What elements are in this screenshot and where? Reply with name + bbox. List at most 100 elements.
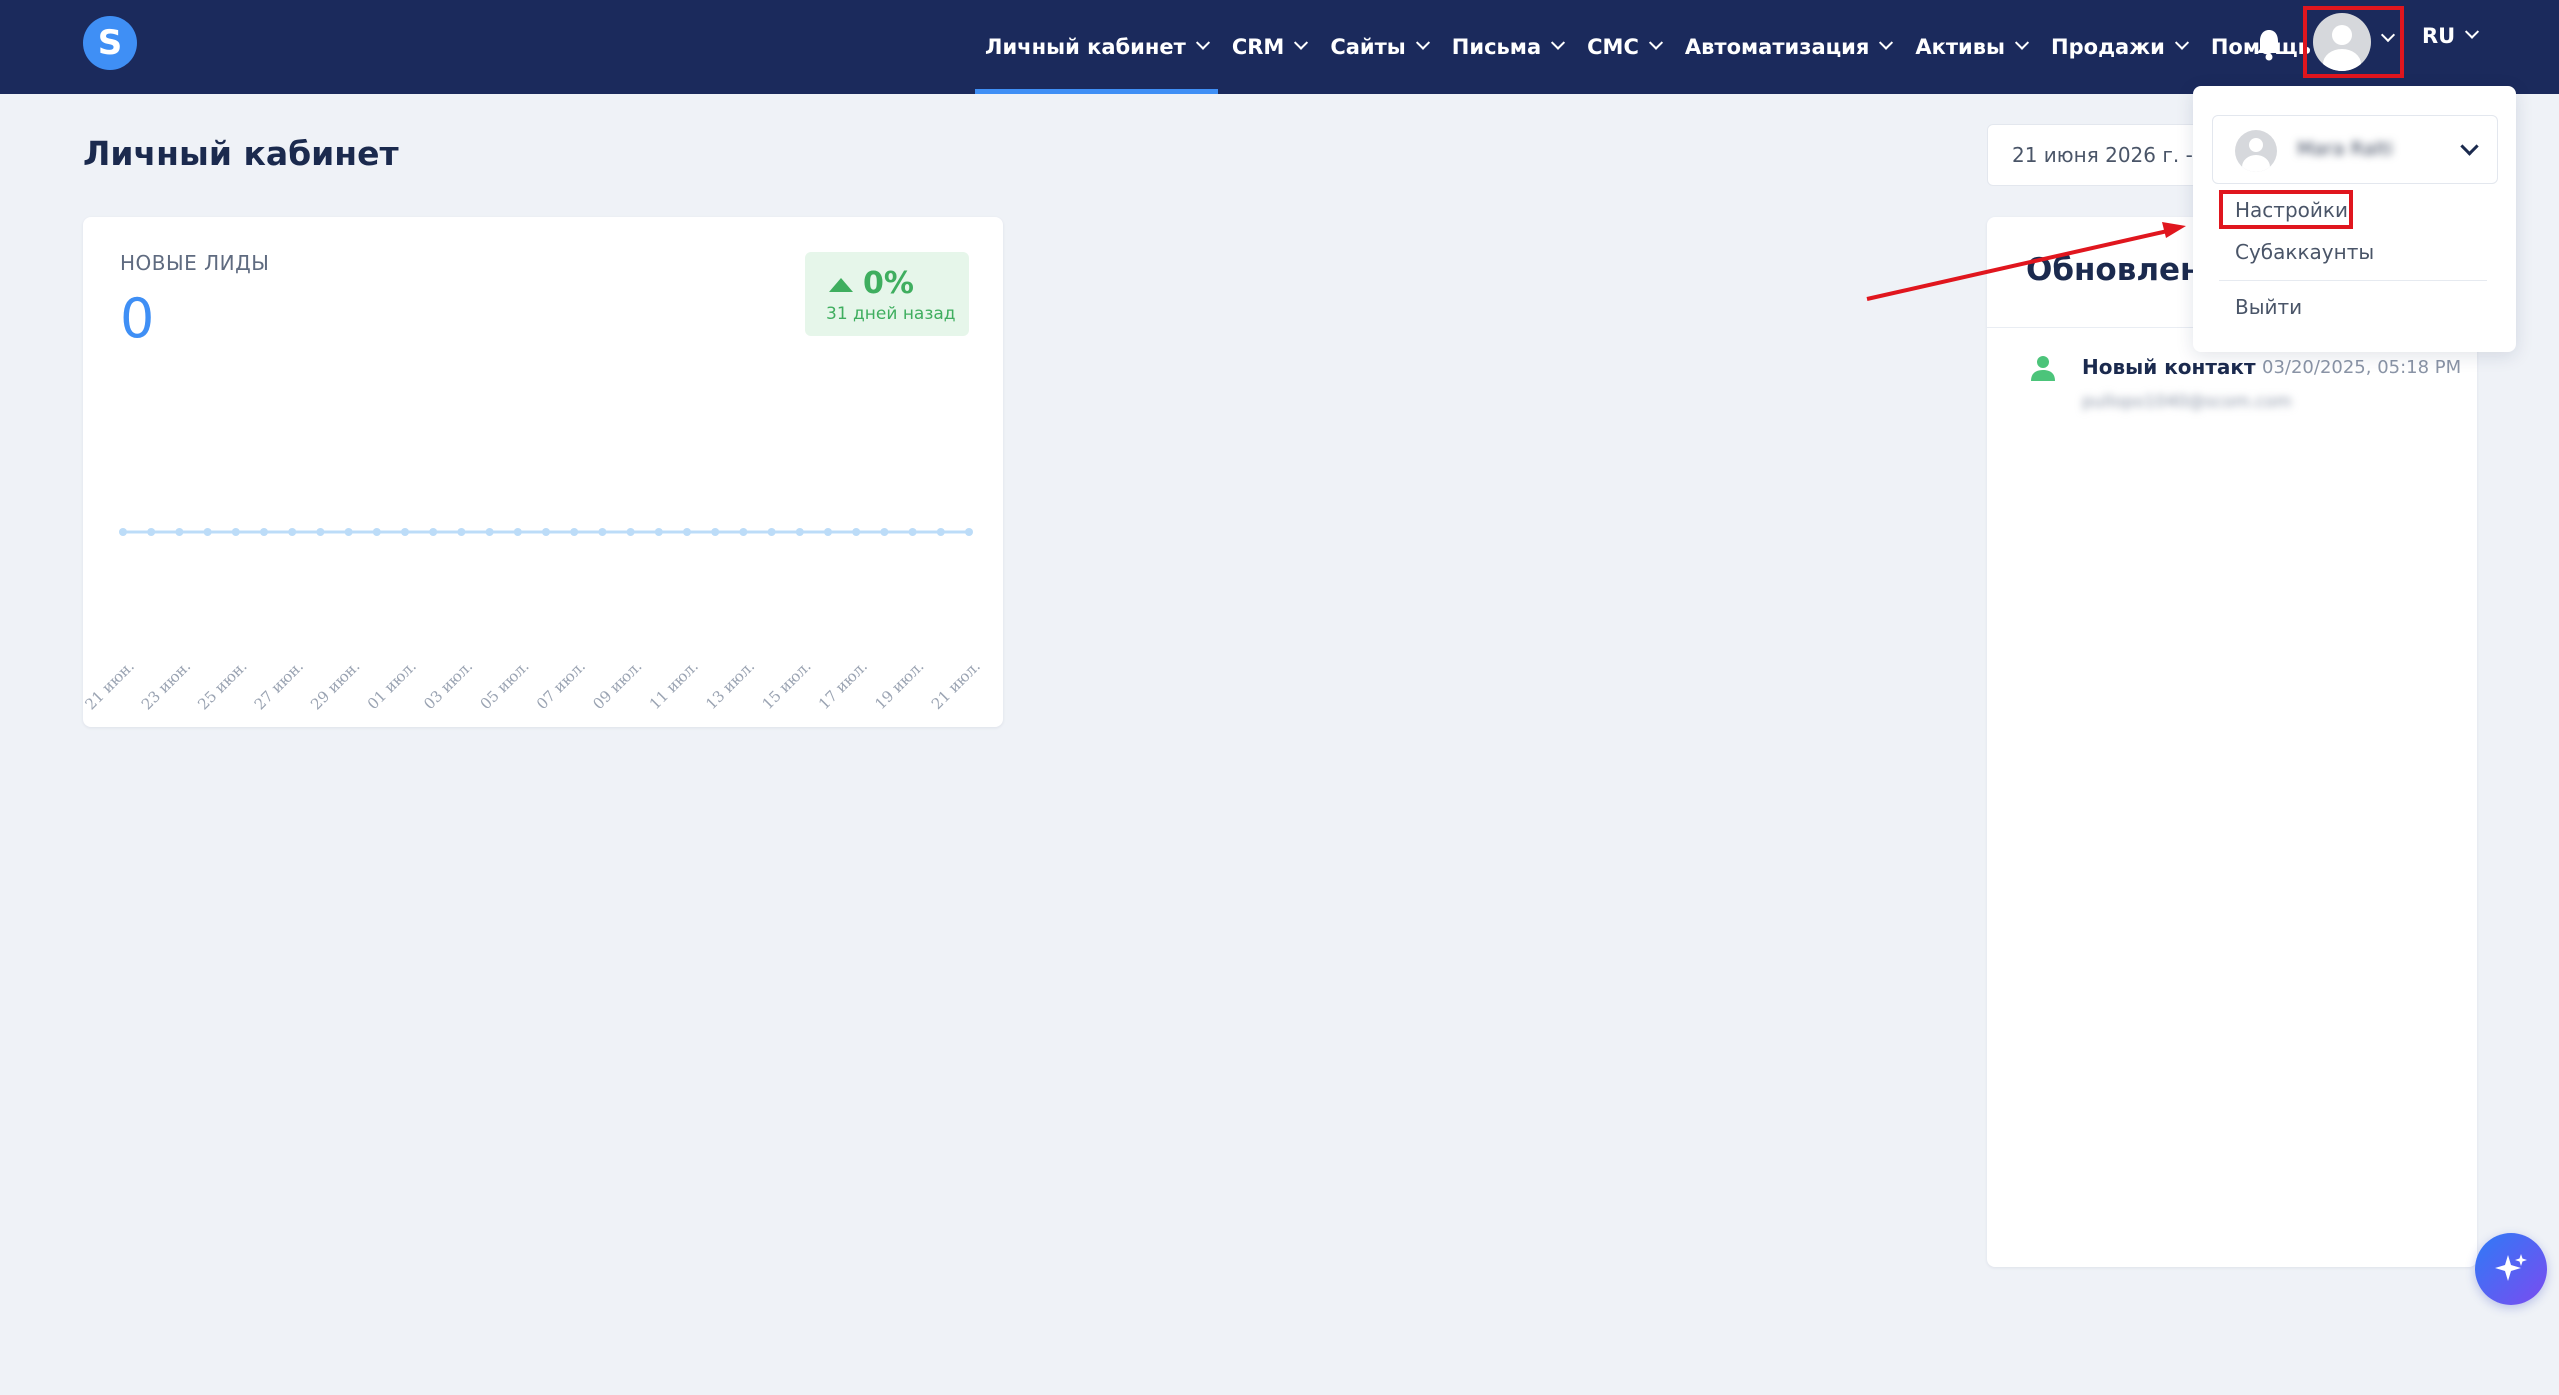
person-icon xyxy=(2031,356,2055,381)
user-menu-toggle[interactable] xyxy=(2303,6,2404,78)
nav-item-assets[interactable]: Активы xyxy=(1915,0,2030,94)
x-tick-label: 17 июл. xyxy=(815,657,871,713)
app-logo[interactable]: S xyxy=(83,16,137,70)
data-point[interactable] xyxy=(936,528,945,536)
chevron-down-icon xyxy=(2460,137,2479,156)
nav-label: Сайты xyxy=(1330,35,1406,59)
nav-label: Продажи xyxy=(2051,35,2165,59)
language-switcher[interactable]: RU xyxy=(2422,24,2480,48)
data-point[interactable] xyxy=(316,528,325,536)
bell-icon[interactable] xyxy=(2255,27,2283,61)
chevron-down-icon xyxy=(1648,35,1663,50)
data-point[interactable] xyxy=(795,528,804,536)
ai-assistant-button[interactable] xyxy=(2475,1233,2547,1305)
data-point[interactable] xyxy=(175,528,184,536)
nav-item-sms[interactable]: СМС xyxy=(1587,0,1663,94)
language-label: RU xyxy=(2422,24,2456,48)
data-point[interactable] xyxy=(711,528,720,536)
x-tick-label: 29 июн. xyxy=(307,657,363,713)
chevron-down-icon xyxy=(1294,35,1309,50)
chevron-down-icon xyxy=(2014,35,2030,50)
x-tick-label: 15 июл. xyxy=(759,657,815,713)
nav-label: CRM xyxy=(1231,35,1285,59)
new-leads-card: НОВЫЕ ЛИДЫ 0 0% 31 дней назад 21 июн. 23 … xyxy=(83,217,1003,727)
account-name: Mara Ralti xyxy=(2297,138,2393,160)
data-point[interactable] xyxy=(485,528,494,536)
page-title: Личный кабинет xyxy=(83,134,399,173)
chevron-down-icon xyxy=(1551,35,1566,50)
x-tick-label: 01 июл. xyxy=(364,657,420,713)
logo-letter: S xyxy=(97,23,123,63)
data-point[interactable] xyxy=(626,528,635,536)
nav-item-sales[interactable]: Продажи xyxy=(2051,0,2189,94)
data-point[interactable] xyxy=(401,528,409,536)
nav-label: Письма xyxy=(1451,35,1542,59)
x-tick-label: 13 июл. xyxy=(702,657,758,713)
x-tick-label: 19 июл. xyxy=(871,657,927,713)
data-point[interactable] xyxy=(429,528,438,536)
data-point[interactable] xyxy=(739,528,748,536)
menu-item-subaccounts[interactable]: Субаккаунты xyxy=(2235,240,2374,264)
main-nav: Личный кабинет CRM Сайты Письма СМС Авто… xyxy=(975,0,2335,94)
data-point[interactable] xyxy=(824,528,832,536)
data-point[interactable] xyxy=(908,528,917,536)
divider xyxy=(2219,280,2487,281)
data-point[interactable] xyxy=(513,528,522,536)
nav-label: Активы xyxy=(1915,35,2006,59)
x-tick-label: 05 июл. xyxy=(477,657,533,713)
x-tick-label: 03 июл. xyxy=(420,657,476,713)
data-point[interactable] xyxy=(288,528,297,536)
x-tick-label: 21 июн. xyxy=(83,657,138,713)
account-switcher[interactable]: Mara Ralti xyxy=(2212,115,2498,184)
update-title[interactable]: Новый контакт xyxy=(2082,355,2256,379)
x-tick-label: 27 июн. xyxy=(251,657,307,713)
data-point[interactable] xyxy=(260,528,268,536)
menu-item-settings[interactable]: Настройки xyxy=(2235,198,2348,222)
update-timestamp: 03/20/2025, 05:18 PM xyxy=(2262,357,2462,378)
x-tick-label: 09 июл. xyxy=(589,657,645,713)
menu-item-logout[interactable]: Выйти xyxy=(2235,295,2302,319)
data-point[interactable] xyxy=(570,528,579,536)
nav-item-sites[interactable]: Сайты xyxy=(1330,0,1430,94)
nav-label: Автоматизация xyxy=(1684,35,1870,59)
data-point[interactable] xyxy=(880,528,889,536)
data-point[interactable] xyxy=(767,528,776,536)
nav-item-emails[interactable]: Письма xyxy=(1451,0,1566,94)
user-avatar-icon xyxy=(2235,130,2277,172)
chevron-down-icon xyxy=(2174,35,2189,50)
data-point[interactable] xyxy=(965,528,973,536)
data-point[interactable] xyxy=(542,528,550,536)
user-avatar-icon xyxy=(2313,13,2371,71)
user-dropdown-menu: Mara Ralti Настройки Субаккаунты Выйти xyxy=(2193,86,2516,352)
nav-item-automation[interactable]: Автоматизация xyxy=(1684,0,1894,94)
nav-item-personal-account[interactable]: Личный кабинет xyxy=(975,0,1218,94)
nav-label: Личный кабинет xyxy=(985,35,1186,59)
data-point[interactable] xyxy=(119,528,127,536)
chevron-down-icon xyxy=(1879,35,1894,50)
data-point[interactable] xyxy=(372,528,381,536)
data-point[interactable] xyxy=(344,528,353,536)
data-point[interactable] xyxy=(457,528,466,536)
chevron-down-icon xyxy=(1415,35,1430,50)
data-point[interactable] xyxy=(683,528,691,536)
x-tick-label: 11 июл. xyxy=(646,657,702,713)
data-point[interactable] xyxy=(231,528,240,536)
chevron-down-icon xyxy=(2465,24,2480,39)
updates-panel: Обновления Новый контакт 03/20/2025, 05:… xyxy=(1987,217,2477,1267)
x-tick-label: 21 июл. xyxy=(928,657,984,713)
x-tick-label: 23 июн. xyxy=(138,657,194,713)
update-email: pullopo1040@scom.com xyxy=(2082,392,2292,412)
data-point[interactable] xyxy=(147,528,156,536)
nav-item-crm[interactable]: CRM xyxy=(1231,0,1309,94)
sparkle-icon xyxy=(2495,1254,2527,1281)
data-point[interactable] xyxy=(203,528,212,536)
chevron-down-icon xyxy=(1195,35,1210,50)
nav-label: СМС xyxy=(1587,35,1639,59)
data-point[interactable] xyxy=(654,528,663,536)
data-point[interactable] xyxy=(852,528,861,536)
top-navigation-bar: S Личный кабинет CRM Сайты Письма СМС Ав… xyxy=(0,0,2559,94)
x-tick-label: 07 июл. xyxy=(533,657,589,713)
data-point[interactable] xyxy=(598,528,607,536)
leads-line-chart: 21 июн. 23 июн. 25 июн. 27 июн. 29 июн. 01 ию… xyxy=(83,528,984,713)
x-tick-label: 25 июн. xyxy=(194,657,250,713)
